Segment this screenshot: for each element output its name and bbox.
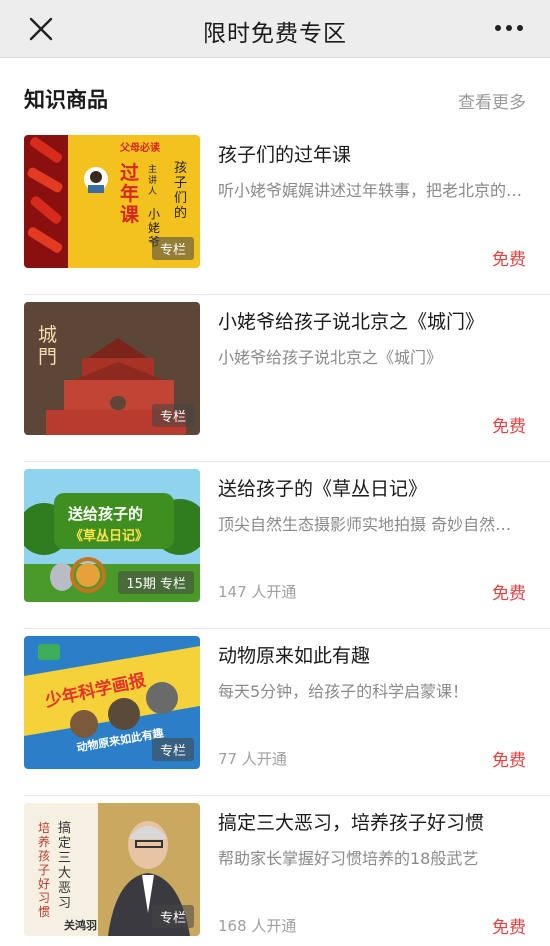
divider (24, 628, 550, 629)
subscriber-count: 147 人开通 (218, 583, 297, 601)
divider (24, 795, 550, 796)
price-label: 免费 (492, 751, 526, 771)
see-more-link[interactable]: 查看更多 (458, 88, 526, 113)
section-title: 知识商品 (24, 88, 108, 112)
item-title: 送给孩子的《草丛日记》 (218, 478, 428, 500)
list-item[interactable]: 城門 专栏 小姥爷给孩子说北京之《城门》 小姥爷给孩子说北京之《城门》 免费 (0, 302, 550, 462)
column-tag: 专栏 (151, 905, 194, 928)
section-header: 知识商品 查看更多 (24, 84, 526, 114)
subscriber-count: 77 人开通 (218, 750, 287, 768)
thumbnail-image: 少年科学画报 动物原来如此有趣 专栏 (24, 636, 200, 769)
thumbnail-image: 送给孩子的 《草丛日记》 15期 专栏 (24, 469, 200, 602)
thumb-title-line-2: 《草丛日记》 (70, 529, 149, 544)
item-title: 孩子们的过年课 (218, 144, 352, 166)
thumb-title-line-1: 送给孩子的 (68, 505, 144, 523)
price-label: 免费 (492, 417, 526, 437)
column-tag: 专栏 (151, 404, 194, 427)
price-label: 免费 (492, 250, 526, 270)
thumb-title-line-2: 过年课 (120, 162, 140, 226)
item-title: 动物原来如此有趣 (218, 645, 371, 667)
list-item[interactable]: 少年科学画报 动物原来如此有趣 专栏 动物原来如此有趣 每天5分钟，给孩子的科学… (0, 636, 550, 796)
thumb-brand-text: 父母必读 (120, 143, 160, 154)
item-description: 每天5分钟，给孩子的科学启蒙课！ (218, 682, 469, 701)
item-title: 小姥爷给孩子说北京之《城门》 (218, 311, 485, 333)
subscriber-count: 168 人开通 (218, 917, 297, 935)
price-label: 免费 (492, 584, 526, 604)
more-dots-icon[interactable] (494, 20, 524, 36)
item-description: 帮助家长掌握好习惯培养的18般武艺 (218, 849, 479, 868)
thumbnail-image: 父母必读 孩子们的 过年课 主讲人 小姥爷 专栏 (24, 135, 200, 268)
thumbnail-image: 搞定三大恶习 培养孩子好习惯 关鸿羽 专栏 (24, 803, 200, 936)
item-description: 听小姥爷娓娓讲述过年轶事，把老北京的年味儿带给孩子 (218, 181, 523, 200)
thumb-title-line-1: 城門 (38, 324, 58, 368)
nav-bar: 限时免费专区 (0, 0, 550, 58)
column-tag: 专栏 (151, 738, 194, 761)
list-item[interactable]: 父母必读 孩子们的 过年课 主讲人 小姥爷 专栏 孩子们的过年课 听小姥爷娓娓讲… (0, 135, 550, 295)
item-title: 搞定三大恶习，培养孩子好习惯 (218, 812, 485, 834)
thumb-speaker-label: 主讲人 (148, 165, 158, 197)
page-title: 限时免费专区 (203, 21, 347, 47)
price-label: 免费 (492, 918, 526, 938)
list-item[interactable]: 搞定三大恶习 培养孩子好习惯 关鸿羽 专栏 搞定三大恶习，培养孩子好习惯 帮助家… (0, 803, 550, 946)
list-item[interactable]: 送给孩子的 《草丛日记》 15期 专栏 送给孩子的《草丛日记》 顶尖自然生态摄影… (0, 469, 550, 629)
column-tag: 专栏 (151, 237, 194, 260)
thumb-speaker-name: 关鸿羽 (64, 919, 97, 932)
divider (24, 461, 550, 462)
item-description: 顶尖自然生态摄影师实地拍摄 奇妙自然世界 (218, 515, 523, 534)
divider (24, 294, 550, 295)
thumb-title-line-1: 搞定三大恶习 (58, 821, 72, 911)
thumb-title-line-1: 孩子们的 (174, 161, 188, 221)
thumbnail-image: 城門 专栏 (24, 302, 200, 435)
thumb-title-line-2: 培养孩子好习惯 (38, 821, 51, 919)
column-tag: 15期 专栏 (118, 571, 194, 594)
item-description: 小姥爷给孩子说北京之《城门》 (218, 348, 443, 367)
